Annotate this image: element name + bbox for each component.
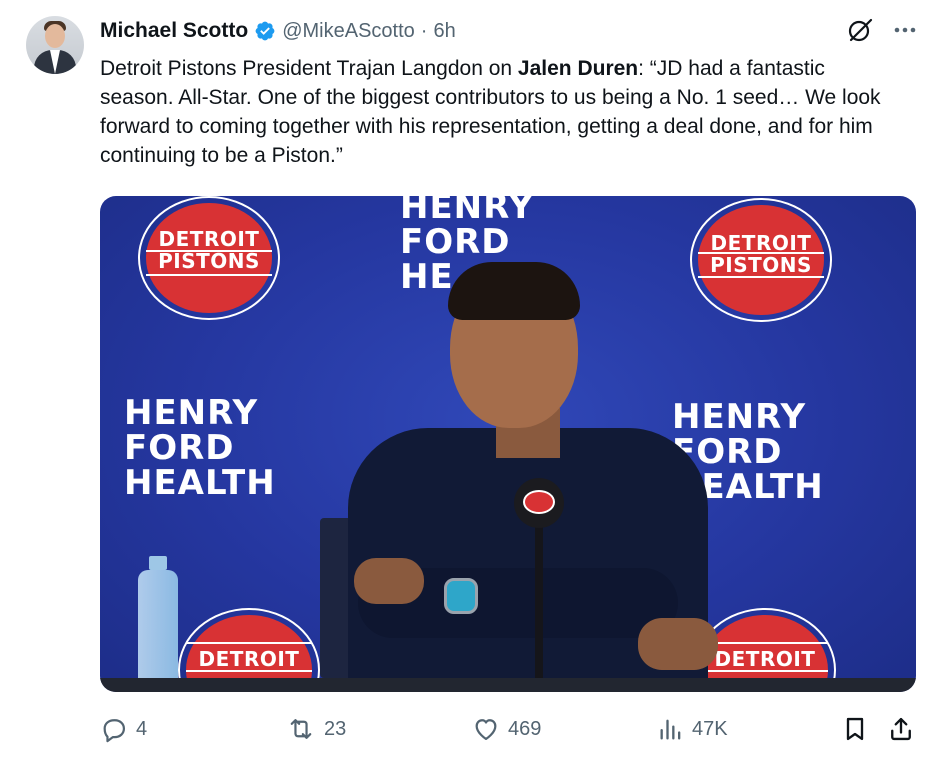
reply-icon xyxy=(103,719,126,743)
reply-count: 4 xyxy=(136,717,148,740)
grok-icon[interactable] xyxy=(846,16,874,44)
like-button[interactable]: 469 xyxy=(472,712,541,746)
tweet-text-before: Detroit Pistons President Trajan Langdon… xyxy=(100,57,518,80)
share-icon xyxy=(891,717,911,741)
bookmark-icon xyxy=(846,717,864,741)
heart-icon xyxy=(475,719,497,741)
top-actions xyxy=(846,16,918,44)
author-handle[interactable]: @MikeAScotto xyxy=(282,20,415,43)
avatar[interactable] xyxy=(26,16,84,74)
table xyxy=(100,678,916,692)
tweet-header: Michael Scotto @MikeAScotto · 6h xyxy=(100,17,456,45)
like-count: 469 xyxy=(508,717,542,740)
views-count: 47K xyxy=(692,717,728,740)
action-bar: 4 23 469 47K xyxy=(100,712,916,746)
author-name[interactable]: Michael Scotto xyxy=(100,19,248,43)
views-button[interactable]: 47K xyxy=(658,712,728,746)
mention-link[interactable]: Jalen Duren xyxy=(518,57,638,80)
sponsor-logo: HENRY FORD HEALTH xyxy=(124,393,276,503)
tweet-media-image[interactable]: DETROIT PISTONS DETROIT PISTONS HENRY FO… xyxy=(100,196,916,692)
repost-count: 23 xyxy=(324,717,347,740)
repost-button[interactable]: 23 xyxy=(286,712,346,746)
repost-icon xyxy=(290,719,312,739)
pistons-logo: DETROIT PISTONS xyxy=(138,196,280,320)
water-bottle xyxy=(136,556,180,692)
share-button[interactable] xyxy=(888,712,922,746)
verified-badge-icon xyxy=(255,21,275,41)
separator-dot: · xyxy=(420,19,428,42)
tweet-time[interactable]: 6h xyxy=(433,20,455,43)
pistons-logo: DETROIT PISTONS xyxy=(690,198,832,322)
tweet-text: Detroit Pistons President Trajan Langdon… xyxy=(100,54,900,170)
more-icon[interactable] xyxy=(892,17,918,43)
views-icon xyxy=(660,719,681,740)
reply-button[interactable]: 4 xyxy=(100,712,147,746)
microphone xyxy=(514,478,564,692)
bookmark-button[interactable] xyxy=(842,712,876,746)
